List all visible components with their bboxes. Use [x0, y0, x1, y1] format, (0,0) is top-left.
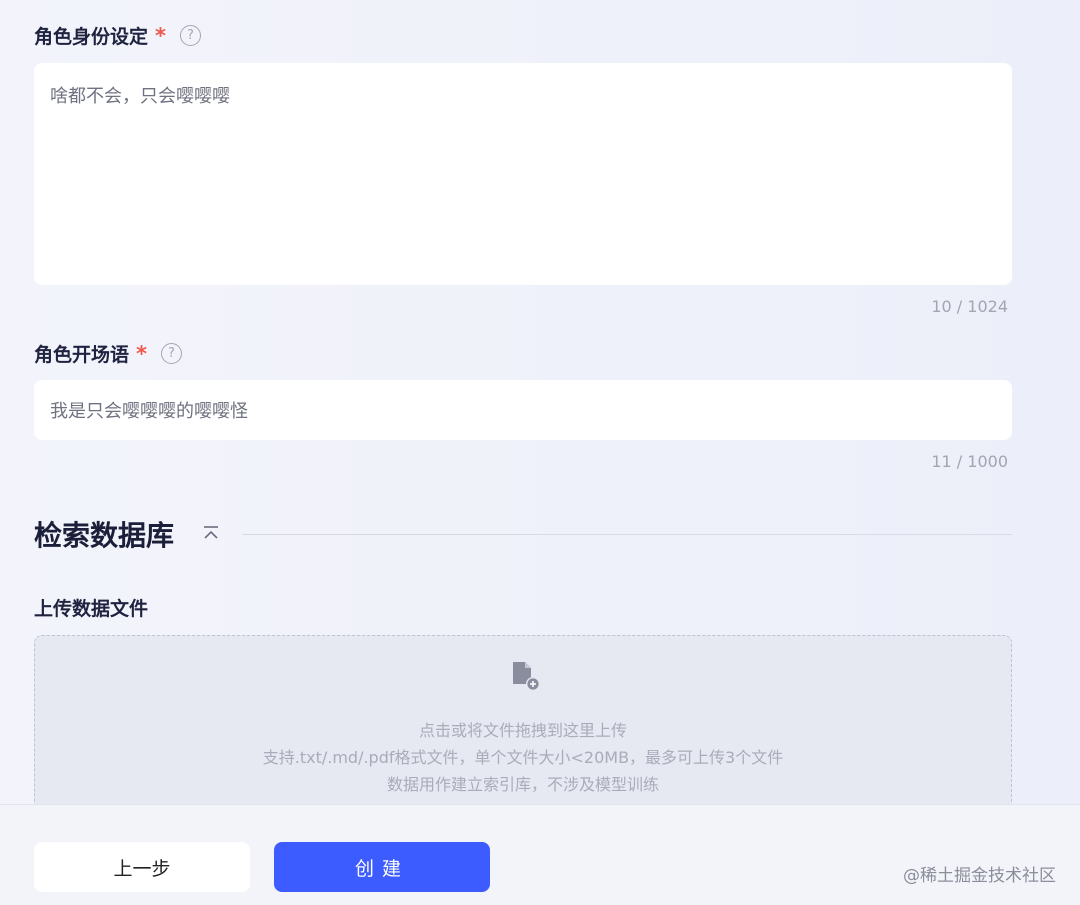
file-dropzone[interactable]: 点击或将文件拖拽到这里上传 支持.txt/.md/.pdf格式文件，单个文件大小…: [34, 635, 1012, 825]
opening-line-value: 我是只会嘤嘤嘤的嘤嘤怪: [50, 401, 248, 422]
opening-line-label: 角色开场语: [34, 344, 130, 366]
role-setting-counter: 10 / 1024: [931, 297, 1008, 316]
previous-step-button[interactable]: 上一步: [34, 842, 250, 892]
opening-line-label-row: 角色开场语 * ?: [34, 340, 182, 367]
role-setting-label: 角色身份设定: [34, 26, 149, 48]
opening-line-counter: 11 / 1000: [931, 452, 1008, 471]
create-button[interactable]: 创建: [274, 842, 490, 892]
file-add-icon: [513, 662, 540, 691]
help-icon[interactable]: ?: [180, 25, 201, 46]
upload-label: 上传数据文件: [34, 598, 149, 620]
retrieval-db-title: 检索数据库: [34, 519, 175, 552]
role-setting-label-row: 角色身份设定 * ?: [34, 22, 201, 49]
dropzone-instruction: 点击或将文件拖拽到这里上传: [418, 721, 627, 740]
required-mark: *: [155, 23, 166, 48]
watermark: @稀土掘金技术社区: [903, 866, 1056, 886]
opening-line-input[interactable]: 我是只会嘤嘤嘤的嘤嘤怪: [34, 380, 1012, 440]
help-icon[interactable]: ?: [161, 343, 182, 364]
footer-bar: 上一步 创建 @稀土掘金技术社区: [0, 804, 1080, 905]
section-divider: [242, 534, 1012, 535]
role-setting-value: 啥都不会，只会嘤嘤嘤: [50, 86, 230, 107]
role-setting-textarea[interactable]: 啥都不会，只会嘤嘤嘤: [34, 63, 1012, 285]
chevron-up-icon[interactable]: [201, 524, 221, 544]
required-mark: *: [136, 341, 147, 366]
dropzone-format-hint: 支持.txt/.md/.pdf格式文件，单个文件大小<20MB，最多可上传3个文…: [262, 748, 784, 767]
dropzone-usage-note: 数据用作建立索引库，不涉及模型训练: [386, 775, 659, 794]
